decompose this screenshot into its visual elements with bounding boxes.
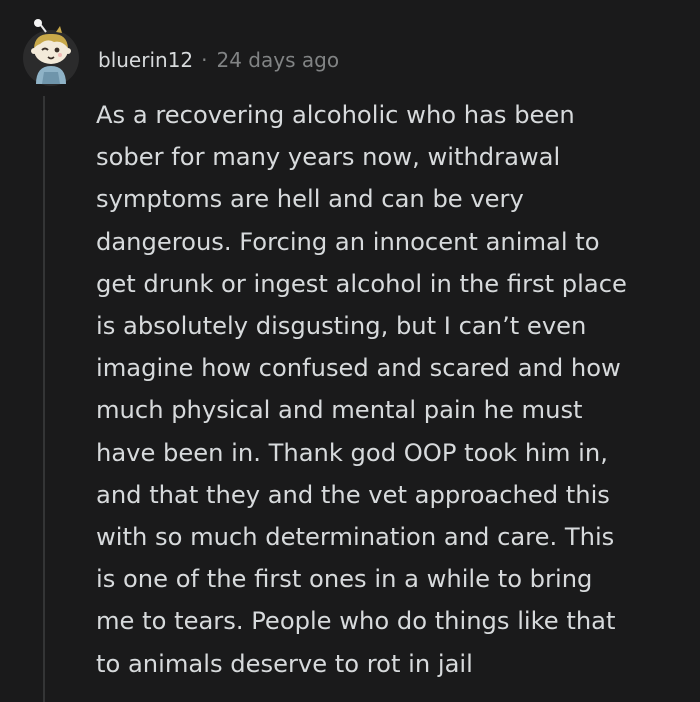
meta-separator: · [201, 48, 208, 72]
username-link[interactable]: bluerin12 [98, 48, 193, 72]
body-line: much physical and mental pain he must [96, 396, 583, 425]
snoo-avatar-icon [23, 19, 79, 86]
body-line: have been in. Thank god OOP took him in, [96, 438, 608, 467]
body-line: As a recovering alcoholic who has been [96, 101, 575, 129]
body-line: imagine how confused and scared and how [96, 354, 621, 383]
user-avatar[interactable] [20, 18, 82, 88]
body-line: is one of the first ones in a while to b… [96, 565, 593, 594]
comment: bluerin12 · 24 days ago As a recovering … [0, 0, 700, 702]
body-line: sober for many years now, withdrawal [96, 143, 561, 172]
body-line: with so much determination and care. Thi… [96, 523, 615, 552]
body-line: is absolutely disgusting, but I can’t ev… [96, 312, 587, 341]
comment-meta: bluerin12 · 24 days ago [98, 46, 339, 74]
body-line: symptoms are hell and can be very [96, 185, 524, 214]
comment-timestamp[interactable]: 24 days ago [217, 48, 340, 72]
body-line: to animals deserve to rot in jail [96, 649, 473, 678]
comment-body: As a recovering alcoholic who has been s… [96, 94, 676, 685]
body-line: and that they and the vet approached thi… [96, 480, 610, 509]
body-line: dangerous. Forcing an innocent animal to [96, 227, 600, 256]
body-line: me to tears. People who do things like t… [96, 607, 616, 636]
body-line: get drunk or ingest alcohol in the first… [96, 269, 627, 298]
thread-collapse-line[interactable] [43, 96, 45, 702]
